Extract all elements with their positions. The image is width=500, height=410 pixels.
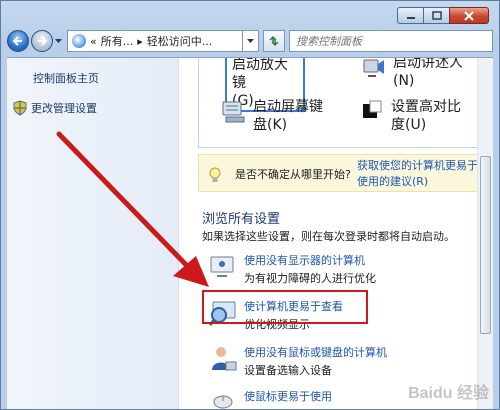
narrator-icon <box>363 59 384 77</box>
navigation-bar: « 所有... ▸ 轻松访问中... <box>7 29 493 53</box>
make-computer-easier-to-see-desc: 优化视频显示 <box>244 318 310 331</box>
use-without-display-desc: 为有视力障碍的人进行优化 <box>244 272 376 285</box>
no-display-icon <box>210 256 234 277</box>
hint-question: 是否不确定从哪里开始? <box>235 168 351 181</box>
browse-settings-title: 浏览所有设置 <box>202 212 281 227</box>
arrow-left-icon <box>12 36 22 46</box>
lightbulb-icon <box>209 167 221 182</box>
maximize-icon <box>431 11 442 20</box>
recent-pages-dropdown[interactable] <box>53 30 63 52</box>
address-dropdown[interactable] <box>243 30 259 52</box>
close-icon <box>464 10 474 21</box>
use-without-mouse-or-keyboard-desc: 设置备选输入设备 <box>244 364 332 377</box>
breadcrumb-overflow[interactable]: « <box>90 35 97 48</box>
make-computer-easier-to-see-link[interactable]: 使计算机更易于查看 <box>244 298 343 314</box>
quick-access-tools: 启动放大镜 (G) 启动讲述人 (N) 启动屏幕键 盘(K) 设置高对比 度(U… <box>198 58 477 148</box>
minimize-button[interactable] <box>397 7 423 24</box>
content-area: 控制面板主页 更改管理设置 启动放大镜 (G) 启动讲述人 (N) 启动屏幕键 … <box>7 57 493 409</box>
set-high-contrast-label[interactable]: 设置高对比 度(U) <box>391 98 461 134</box>
forward-button[interactable] <box>31 30 53 52</box>
control-panel-icon <box>72 34 86 48</box>
getting-started-hint: 是否不确定从哪里开始? 获取使您的计算机更易于使用的建议(R) <box>198 154 477 192</box>
vertical-scrollbar[interactable] <box>477 58 493 409</box>
mouse-icon <box>213 395 233 409</box>
caption-buttons <box>397 7 489 24</box>
chevron-down-icon <box>247 38 254 43</box>
uac-shield-icon <box>13 100 27 116</box>
start-on-screen-keyboard-label[interactable]: 启动屏幕键 盘(K) <box>253 98 323 134</box>
minimize-icon <box>406 16 415 19</box>
sidebar: 控制面板主页 更改管理设置 <box>7 58 179 409</box>
browse-settings-description: 如果选择这些设置，则在每次登录时都将自动启动。 <box>202 230 455 243</box>
use-without-display-link[interactable]: 使用没有显示器的计算机 <box>244 252 365 268</box>
make-mouse-easier-link[interactable]: 使鼠标更易于使用 <box>244 388 332 404</box>
scrollbar-thumb[interactable] <box>480 156 491 334</box>
chevron-down-icon <box>54 38 62 43</box>
refresh-button[interactable] <box>263 30 285 52</box>
arrow-right-icon <box>38 36 48 46</box>
sidebar-link-control-panel-home[interactable]: 控制面板主页 <box>33 70 99 86</box>
high-contrast-icon <box>363 100 382 118</box>
back-button[interactable] <box>7 30 29 52</box>
magnifier-display-icon <box>208 301 236 326</box>
set-high-contrast-tool[interactable]: 设置高对比 度(U) <box>359 98 461 134</box>
breadcrumb-ease-of-access[interactable]: 轻松访问中... <box>147 33 213 49</box>
start-narrator-tool[interactable]: 启动讲述人 (N) <box>361 58 463 90</box>
person-input-icon <box>212 347 237 371</box>
get-recommendations-link[interactable]: 获取使您的计算机更易于使用的建议(R) <box>357 158 477 190</box>
search-box[interactable] <box>289 30 493 52</box>
refresh-icon <box>269 35 279 47</box>
use-without-mouse-or-keyboard-link[interactable]: 使用没有鼠标或键盘的计算机 <box>244 344 387 360</box>
control-panel-window: « 所有... ▸ 轻松访问中... 控制面板主页 更改管理设置 <box>0 0 500 410</box>
keyboard-icon <box>222 101 245 123</box>
breadcrumb-all-items[interactable]: 所有... <box>101 33 134 49</box>
main-panel: 启动放大镜 (G) 启动讲述人 (N) 启动屏幕键 盘(K) 设置高对比 度(U… <box>180 58 477 409</box>
start-on-screen-keyboard-tool[interactable]: 启动屏幕键 盘(K) <box>221 98 323 134</box>
start-narrator-label[interactable]: 启动讲述人 (N) <box>393 58 463 90</box>
address-bar[interactable]: « 所有... ▸ 轻松访问中... <box>67 30 243 52</box>
sidebar-link-change-admin-settings[interactable]: 更改管理设置 <box>31 100 97 116</box>
breadcrumb-separator[interactable]: ▸ <box>137 35 143 48</box>
maximize-button[interactable] <box>423 7 449 24</box>
watermark: Baidu 经验 <box>408 385 489 402</box>
search-input[interactable] <box>296 34 492 48</box>
close-button[interactable] <box>449 7 489 24</box>
